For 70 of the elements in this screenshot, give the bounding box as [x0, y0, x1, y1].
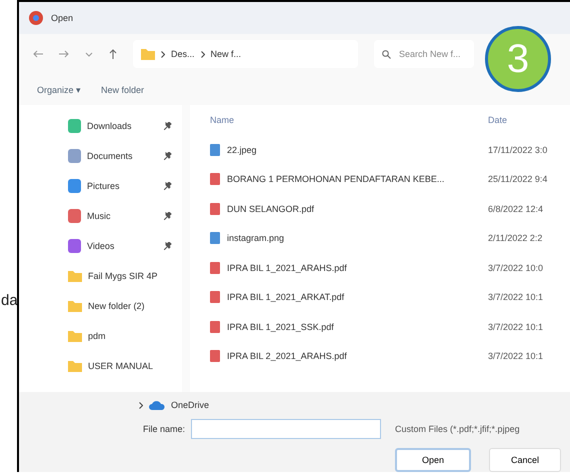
pdf-file-icon	[210, 320, 220, 333]
forward-arrow-icon[interactable]	[59, 50, 69, 58]
pin-icon[interactable]	[164, 242, 172, 250]
image-file-icon	[210, 144, 220, 156]
folder-icon	[141, 48, 155, 60]
pdf-file-icon	[210, 262, 220, 274]
pdf-file-icon	[210, 202, 220, 215]
sidebar-item[interactable]: New folder (2)	[88, 300, 145, 311]
back-arrow-icon[interactable]	[33, 50, 43, 58]
sidebar-item[interactable]: Pictures	[87, 180, 120, 191]
pdf-file-icon	[210, 173, 220, 186]
column-header[interactable]: Name	[210, 114, 488, 125]
app-logo-icon	[29, 10, 43, 25]
address-bar[interactable]: Des... New f...	[133, 40, 358, 68]
up-arrow-icon[interactable]	[109, 49, 117, 60]
cancel-button[interactable]: Cancel	[489, 448, 561, 472]
file-name[interactable]: 22.jpeg	[227, 144, 257, 155]
sidebar-item[interactable]: Downloads	[87, 120, 132, 131]
sidebar-item[interactable]: pdm	[88, 330, 106, 341]
file-name[interactable]: IPRA BIL 1_2021_ARAHS.pdf	[227, 262, 347, 273]
cloud-icon	[149, 400, 165, 410]
folder-icon	[68, 300, 82, 312]
file-date: 25/11/2022 9:4	[488, 174, 548, 184]
sidebar-item[interactable]: Videos	[87, 240, 114, 251]
open-button[interactable]: Open	[395, 448, 471, 472]
file-date: 6/8/2022 12:4	[488, 204, 544, 214]
window-title: Open	[51, 12, 74, 23]
column-header[interactable]: Date	[488, 114, 508, 125]
breadcrumb-item[interactable]: New f...	[210, 49, 242, 60]
sidebar-item[interactable]: USER MANUAL	[88, 360, 154, 371]
sidebar-item[interactable]: Music	[87, 210, 111, 221]
file-date: 2/11/2022 2:2	[488, 233, 542, 244]
chevron-icon	[200, 50, 205, 58]
chevron-icon	[161, 50, 165, 58]
file-name-field[interactable]	[191, 419, 382, 440]
folder-icon	[68, 330, 82, 342]
pdf-file-icon	[210, 291, 220, 304]
file-name[interactable]: instagram.png	[227, 233, 284, 244]
sidebar-item[interactable]: Fail Mygs SIR 4P	[88, 270, 158, 281]
organize-menu[interactable]: Organize ▾	[37, 85, 82, 96]
folder-icon	[68, 270, 82, 282]
pdf-file-icon	[210, 350, 220, 362]
file-name[interactable]: IPRA BIL 1_2021_SSK.pdf	[227, 322, 334, 332]
caret-icon[interactable]	[85, 52, 93, 57]
new-folder-button[interactable]: New folder	[101, 85, 144, 96]
file-name-label: File name:	[143, 424, 186, 434]
search-placeholder: Search New f...	[399, 49, 461, 60]
file-date: 3/7/2022 10:0	[488, 262, 544, 273]
file-name[interactable]: BORANG 1 PERMOHONAN PENDAFTARAN KEBE...	[227, 174, 444, 184]
search-icon	[382, 50, 391, 59]
pin-icon[interactable]	[164, 212, 172, 220]
file-name[interactable]: DUN SELANGOR.pdf	[227, 204, 314, 214]
expand-chevron-icon[interactable]	[139, 402, 143, 409]
file-type-filter[interactable]: Custom Files (*.pdf;*.jfif;*.pjpeg	[395, 424, 520, 434]
search-field[interactable]: Search New f...	[374, 40, 474, 68]
sidebar-item[interactable]: OneDrive	[171, 400, 210, 410]
sidebar-item[interactable]: Documents	[87, 150, 133, 161]
background-text: da	[1, 292, 18, 309]
image-file-icon	[210, 232, 220, 244]
file-date: 3/7/2022 10:1	[488, 351, 544, 362]
file-date: 3/7/2022 10:1	[488, 322, 544, 332]
file-name[interactable]: IPRA BIL 2_2021_ARAHS.pdf	[227, 351, 347, 362]
folder-icon	[68, 360, 82, 372]
file-date: 3/7/2022 10:1	[488, 292, 544, 302]
breadcrumb-item[interactable]: Des...	[171, 49, 195, 60]
file-name[interactable]: IPRA BIL 1_2021_ARKAT.pdf	[227, 292, 344, 302]
file-date: 17/11/2022 3:0	[488, 144, 548, 155]
pin-icon[interactable]	[164, 122, 172, 130]
pin-icon[interactable]	[164, 182, 172, 190]
pin-icon[interactable]	[164, 152, 172, 160]
